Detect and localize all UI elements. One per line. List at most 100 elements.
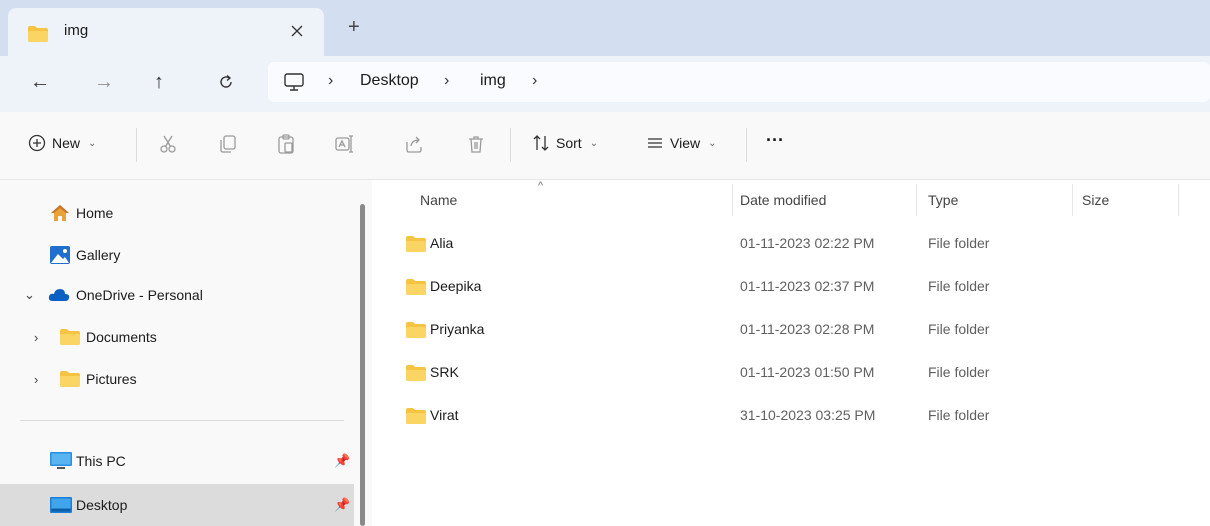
file-name: SRK bbox=[430, 364, 459, 380]
breadcrumb-separator[interactable]: › bbox=[532, 72, 537, 90]
file-list: ^ Name Date modified Type Size Alia 01-1… bbox=[372, 180, 1210, 526]
divider bbox=[510, 128, 511, 162]
tab-bar: img + bbox=[0, 0, 1210, 56]
more-options-button[interactable]: ··· bbox=[766, 130, 784, 151]
table-row[interactable]: Virat 31-10-2023 03:25 PM File folder bbox=[402, 398, 1182, 434]
up-button[interactable]: ↑ bbox=[154, 70, 164, 94]
file-date: 01-11-2023 02:28 PM bbox=[740, 321, 875, 337]
folder-icon bbox=[406, 322, 426, 338]
sort-button[interactable]: Sort ⌄ bbox=[532, 134, 598, 152]
sidebar-item-desktop[interactable]: Desktop 📌 bbox=[0, 484, 354, 526]
sidebar-item-onedrive[interactable]: ⌄ OneDrive - Personal bbox=[0, 276, 354, 314]
folder-icon bbox=[406, 236, 426, 252]
breadcrumb-separator[interactable]: › bbox=[444, 72, 449, 90]
plus-circle-icon bbox=[28, 134, 46, 152]
table-row[interactable]: Deepika 01-11-2023 02:37 PM File folder bbox=[402, 269, 1182, 305]
close-icon[interactable] bbox=[290, 24, 304, 38]
column-divider[interactable] bbox=[1178, 184, 1179, 216]
view-label: View bbox=[670, 135, 701, 151]
tab-img[interactable]: img bbox=[8, 8, 324, 56]
view-list-icon bbox=[648, 138, 662, 148]
pin-icon[interactable]: 📌 bbox=[334, 453, 350, 469]
share-icon[interactable] bbox=[404, 134, 424, 154]
column-divider[interactable] bbox=[916, 184, 917, 216]
table-row[interactable]: Alia 01-11-2023 02:22 PM File folder bbox=[402, 226, 1182, 262]
file-name: Alia bbox=[430, 235, 454, 251]
new-tab-button[interactable]: + bbox=[348, 17, 360, 37]
rename-icon[interactable] bbox=[334, 134, 354, 154]
sidebar-item-label: Home bbox=[76, 205, 114, 221]
file-name: Deepika bbox=[430, 278, 482, 294]
pc-icon bbox=[50, 452, 72, 469]
file-date: 01-11-2023 02:37 PM bbox=[740, 278, 875, 294]
sidebar-scrollbar[interactable] bbox=[360, 204, 365, 526]
file-name: Virat bbox=[430, 407, 459, 423]
folder-icon bbox=[60, 329, 80, 345]
file-name: Priyanka bbox=[430, 321, 485, 337]
refresh-icon[interactable] bbox=[218, 74, 234, 90]
navigation-pane: Home Gallery ⌄ OneDrive - Personal › Doc… bbox=[0, 180, 372, 526]
folder-icon bbox=[406, 365, 426, 381]
home-icon bbox=[51, 205, 69, 221]
column-header-name[interactable]: Name bbox=[420, 192, 457, 208]
divider bbox=[746, 128, 747, 162]
folder-icon bbox=[60, 371, 80, 387]
sidebar-item-gallery[interactable]: Gallery bbox=[0, 236, 354, 274]
pin-icon[interactable]: 📌 bbox=[334, 497, 350, 513]
sidebar-item-label: OneDrive - Personal bbox=[76, 287, 203, 303]
divider bbox=[136, 128, 137, 162]
navigation-bar: ← → ↑ › Desktop › img › bbox=[0, 56, 1210, 112]
sort-ascending-icon: ^ bbox=[538, 180, 544, 192]
file-type: File folder bbox=[928, 278, 990, 294]
sidebar-item-label: Pictures bbox=[86, 371, 137, 387]
column-divider[interactable] bbox=[732, 184, 733, 216]
new-label: New bbox=[52, 135, 81, 151]
delete-icon[interactable] bbox=[466, 134, 486, 154]
back-button[interactable]: ← bbox=[30, 70, 50, 94]
cloud-icon bbox=[48, 289, 70, 301]
sort-label: Sort bbox=[556, 135, 582, 151]
desktop-icon bbox=[50, 497, 72, 513]
gallery-icon bbox=[50, 246, 70, 264]
chevron-right-icon[interactable]: › bbox=[34, 372, 38, 387]
paste-icon[interactable] bbox=[276, 134, 296, 154]
file-date: 01-11-2023 02:22 PM bbox=[740, 235, 875, 251]
folder-icon bbox=[28, 26, 48, 42]
sidebar-item-documents[interactable]: › Documents bbox=[0, 318, 354, 356]
chevron-right-icon[interactable]: › bbox=[34, 330, 38, 345]
command-bar: New ⌄ Sort ⌄ View ⌄ ··· bbox=[0, 112, 1210, 180]
chevron-down-icon: ⌄ bbox=[708, 137, 717, 149]
address-bar[interactable]: › Desktop › img › bbox=[268, 62, 1210, 102]
sidebar-item-this-pc[interactable]: This PC 📌 bbox=[0, 442, 354, 480]
forward-button[interactable]: → bbox=[94, 70, 114, 94]
sidebar-item-pictures[interactable]: › Pictures bbox=[0, 360, 354, 398]
sort-icon bbox=[533, 135, 549, 151]
column-header-size[interactable]: Size bbox=[1082, 192, 1109, 208]
view-button[interactable]: View ⌄ bbox=[646, 134, 716, 152]
file-type: File folder bbox=[928, 321, 990, 337]
tab-title: img bbox=[64, 22, 89, 39]
column-header-type[interactable]: Type bbox=[928, 192, 958, 208]
table-row[interactable]: Priyanka 01-11-2023 02:28 PM File folder bbox=[402, 312, 1182, 348]
file-date: 31-10-2023 03:25 PM bbox=[740, 407, 876, 423]
cut-icon[interactable] bbox=[158, 134, 178, 154]
sidebar-item-label: Desktop bbox=[76, 497, 128, 513]
monitor-icon bbox=[284, 73, 304, 91]
breadcrumb-desktop[interactable]: Desktop bbox=[360, 72, 419, 90]
sidebar-item-label: This PC bbox=[76, 453, 126, 469]
sidebar-divider bbox=[20, 420, 344, 421]
breadcrumb-separator[interactable]: › bbox=[328, 72, 333, 90]
copy-icon[interactable] bbox=[218, 134, 238, 154]
chevron-down-icon: ⌄ bbox=[88, 137, 97, 149]
chevron-down-icon: ⌄ bbox=[589, 137, 599, 149]
breadcrumb-img[interactable]: img bbox=[480, 72, 506, 90]
sidebar-item-label: Gallery bbox=[76, 247, 121, 263]
folder-icon bbox=[406, 279, 426, 295]
sidebar-item-label: Documents bbox=[86, 329, 157, 345]
new-button[interactable]: New ⌄ bbox=[28, 134, 96, 152]
chevron-down-icon[interactable]: ⌄ bbox=[24, 287, 35, 303]
table-row[interactable]: SRK 01-11-2023 01:50 PM File folder bbox=[402, 355, 1182, 391]
column-header-date[interactable]: Date modified bbox=[740, 192, 826, 208]
sidebar-item-home[interactable]: Home bbox=[0, 194, 354, 232]
column-divider[interactable] bbox=[1072, 184, 1073, 216]
